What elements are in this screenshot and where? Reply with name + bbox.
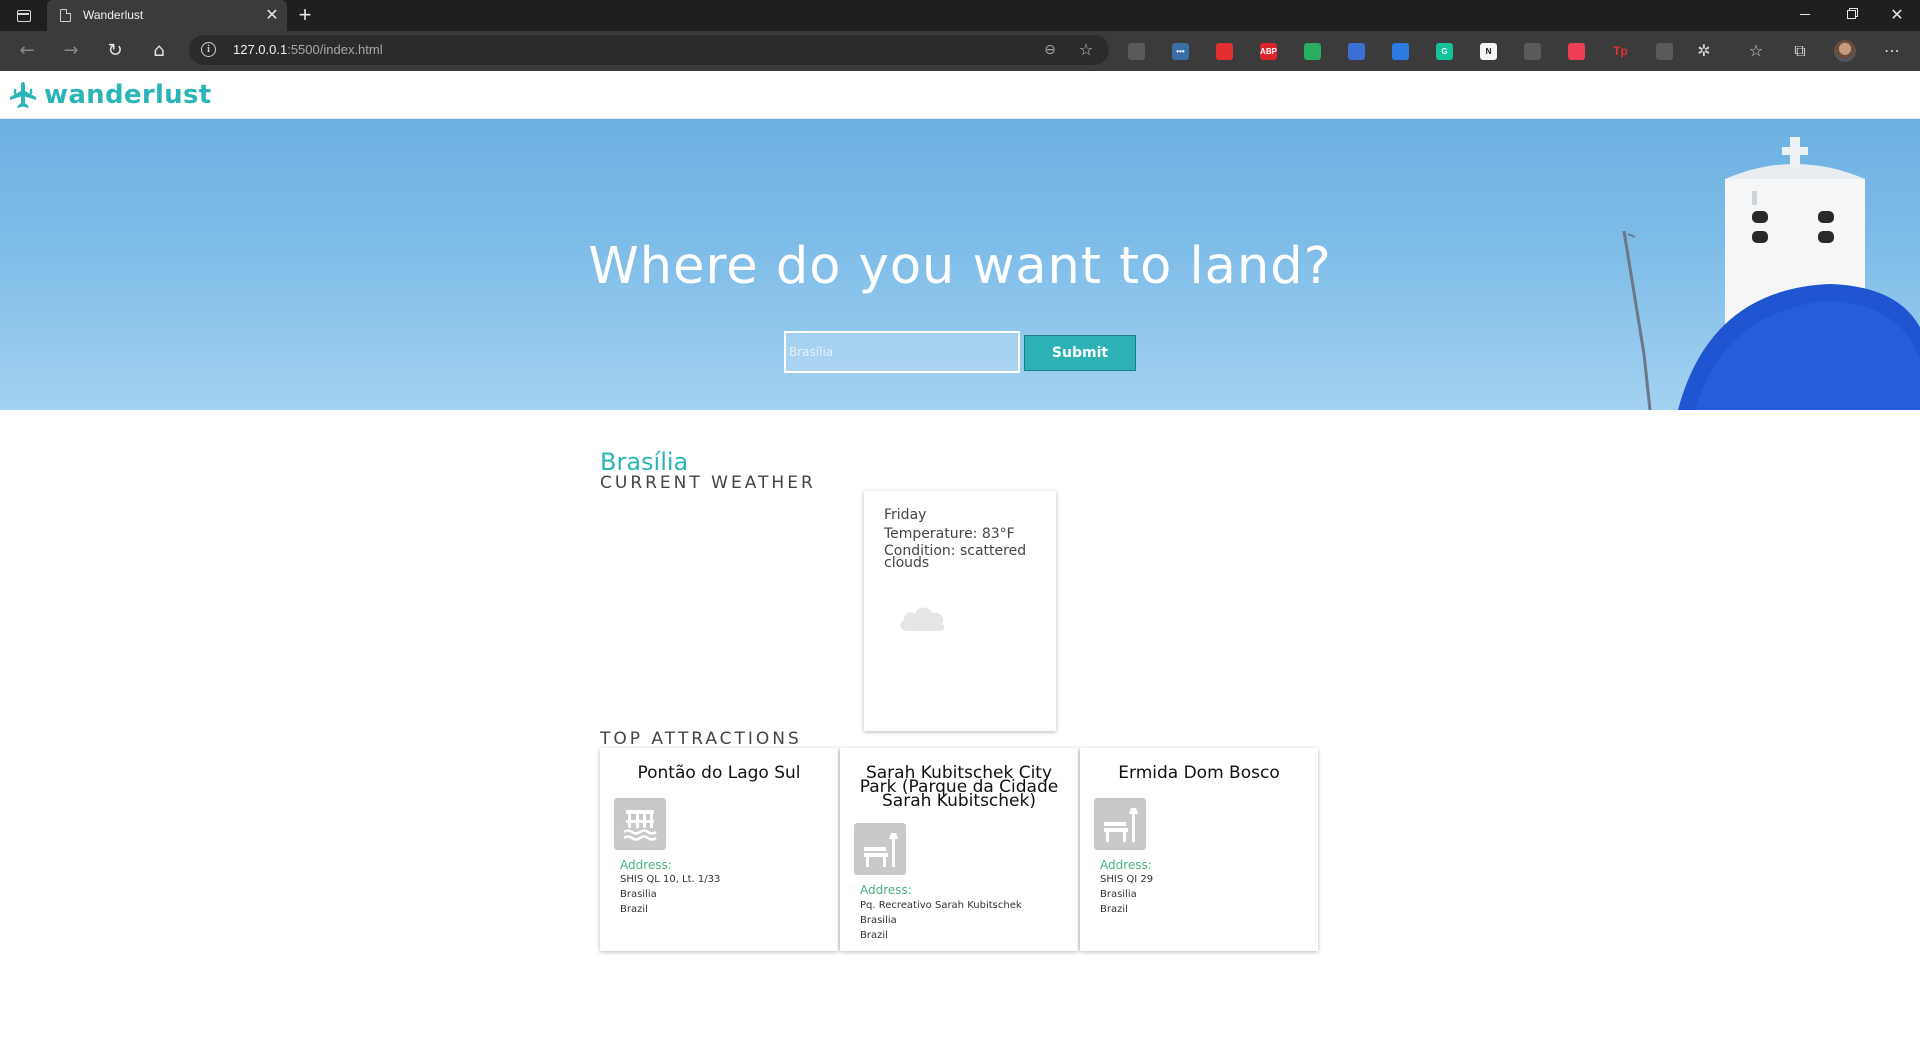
address-country: Brazil: [860, 930, 888, 941]
page-favicon-icon: [60, 9, 71, 22]
settings-menu-icon[interactable]: ⋯: [1882, 41, 1902, 61]
new-tab-button[interactable]: +: [293, 4, 317, 28]
attraction-card[interactable]: Pontão do Lago Sul Address: SHIS QL 10, …: [600, 748, 838, 951]
submit-button[interactable]: Submit: [1024, 335, 1136, 371]
grammarly-ext-icon[interactable]: G: [1436, 43, 1453, 60]
pocket-ext-icon[interactable]: [1568, 43, 1585, 60]
web-page: wanderlust Where do you want to land? Su…: [0, 71, 1920, 1040]
shield-ext-icon[interactable]: [1304, 43, 1321, 60]
back-button[interactable]: ←: [14, 38, 40, 64]
cloud-icon: [900, 607, 945, 631]
airplane-icon: [10, 82, 36, 108]
address-line: SHIS QI 29: [1100, 874, 1154, 885]
tp-ext-icon[interactable]: Tp: [1612, 43, 1629, 60]
attraction-name: Sarah Kubitschek City Park (Parque da Ci…: [859, 763, 1059, 811]
collections-ext-icon[interactable]: [1656, 43, 1673, 60]
feather-ext-icon[interactable]: [1128, 43, 1145, 60]
favorites-icon[interactable]: ☆: [1746, 41, 1766, 61]
adblock-plus-ext-icon[interactable]: ABP: [1260, 43, 1277, 60]
translate-ext-icon[interactable]: [1348, 43, 1365, 60]
minimize-button[interactable]: [1782, 0, 1828, 31]
add-favorite-icon[interactable]: ☆: [1076, 41, 1096, 59]
city-title: Brasília: [600, 448, 689, 476]
attraction-card[interactable]: Sarah Kubitschek City Park (Parque da Ci…: [840, 748, 1078, 951]
timer-ext-icon[interactable]: [1392, 43, 1409, 60]
address-country: Brazil: [1100, 904, 1128, 915]
tab-close-icon[interactable]: ✕: [263, 6, 281, 24]
hero-headline: Where do you want to land?: [588, 237, 1332, 296]
profile-avatar[interactable]: [1834, 40, 1856, 62]
url-path: :5500/index.html: [287, 42, 383, 57]
weather-day: Friday: [884, 507, 927, 523]
attraction-name: Pontão do Lago Sul: [637, 763, 801, 783]
park-bench-icon: [854, 823, 906, 875]
restore-icon: [1846, 9, 1856, 19]
browser-tab[interactable]: Wanderlust ✕: [47, 0, 287, 31]
address-label: Address:: [860, 883, 912, 897]
dots-ext-icon[interactable]: •••: [1172, 43, 1189, 60]
restore-button[interactable]: [1828, 0, 1874, 31]
minimize-icon: [1800, 13, 1810, 15]
notion-ext-icon[interactable]: N: [1480, 43, 1497, 60]
window-close-button[interactable]: ✕: [1874, 0, 1920, 31]
city-search-input[interactable]: [784, 331, 1020, 373]
browser-toolbar: ← → ↻ ⌂ i 127.0.0.1:5500/index.html ⊖ ☆ …: [0, 31, 1920, 71]
zoom-icon[interactable]: ⊖: [1041, 41, 1059, 59]
weather-condition: Condition: scattered clouds: [884, 543, 1027, 571]
tab-actions-icon: [17, 10, 31, 22]
refresh-button[interactable]: ↻: [102, 38, 128, 64]
weather-temperature: Temperature: 83°F: [884, 526, 1015, 542]
attraction-card[interactable]: Ermida Dom Bosco Address: SHIS QI 29 Bra…: [1080, 748, 1318, 951]
home-button[interactable]: ⌂: [146, 38, 172, 64]
collections-icon[interactable]: ⧉: [1790, 41, 1810, 61]
address-city: Brasilia: [620, 889, 657, 900]
attraction-name: Ermida Dom Bosco: [1118, 763, 1280, 783]
forward-button[interactable]: →: [58, 38, 84, 64]
address-country: Brazil: [620, 904, 648, 915]
site-info-icon[interactable]: i: [201, 42, 216, 57]
address-bar[interactable]: i 127.0.0.1:5500/index.html ⊖ ☆: [189, 35, 1109, 65]
stop-hand-ext-icon[interactable]: [1216, 43, 1233, 60]
current-weather-heading: CURRENT WEATHER: [600, 473, 816, 493]
browser-tab-strip: Wanderlust ✕ + ✕: [0, 0, 1920, 31]
reader-ext-icon[interactable]: [1524, 43, 1541, 60]
weather-card: Friday Temperature: 83°F Condition: scat…: [864, 491, 1056, 731]
tab-title: Wanderlust: [83, 8, 144, 22]
address-label: Address:: [620, 858, 672, 872]
address-line: SHIS QL 10, Lt. 1/33: [620, 874, 721, 885]
top-attractions-heading: TOP ATTRACTIONS: [600, 729, 802, 749]
address-city: Brasilia: [1100, 889, 1137, 900]
pier-icon: [614, 798, 666, 850]
address-line: Pq. Recreativo Sarah Kubitschek: [860, 900, 1022, 911]
hero-banner: Where do you want to land? Submit: [0, 119, 1920, 410]
address-label: Address:: [1100, 858, 1152, 872]
address-city: Brasilia: [860, 915, 897, 926]
site-navbar: wanderlust: [0, 71, 1920, 119]
url-host: 127.0.0.1: [233, 42, 288, 57]
extensions-icon[interactable]: ✲: [1694, 41, 1714, 61]
url-text[interactable]: 127.0.0.1:5500/index.html: [233, 42, 383, 57]
brand-logo[interactable]: wanderlust: [8, 77, 211, 113]
brand-name: wanderlust: [44, 80, 212, 110]
tab-actions-button[interactable]: [12, 7, 36, 25]
park-bench-icon: [1094, 798, 1146, 850]
